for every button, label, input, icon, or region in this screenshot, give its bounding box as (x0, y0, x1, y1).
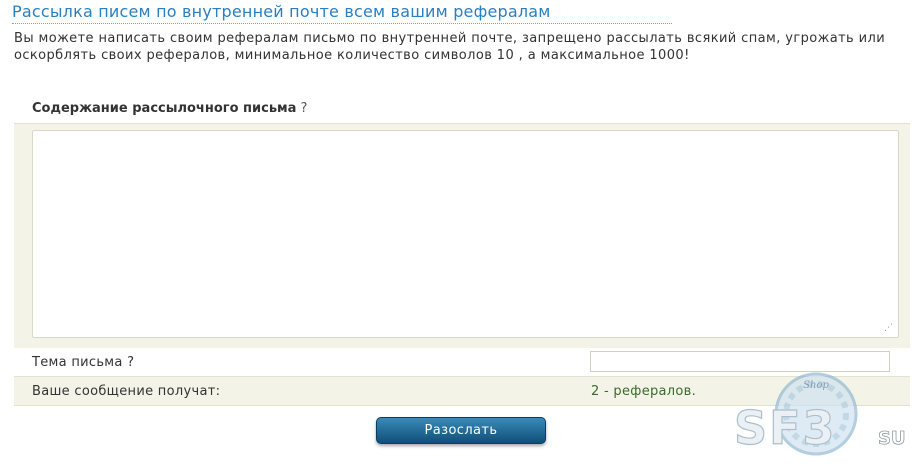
page-description: Вы можете написать своим рефералам письм… (14, 31, 886, 63)
page-title: Рассылка писем по внутренней почте всем … (12, 2, 551, 21)
recipients-count: 2 - рефералов. (591, 384, 697, 399)
recipients-label: Ваше сообщение получат: (32, 384, 221, 399)
subject-label: Тема письма ? (32, 355, 135, 370)
message-panel-header: Содержание рассылочного письма? (14, 95, 910, 124)
sf3-watermark-logo: Shop SF3 SU (733, 372, 906, 456)
message-textarea[interactable]: ⋰ (32, 130, 899, 338)
watermark-suffix: SU (878, 428, 906, 449)
title-divider (12, 23, 672, 24)
watermark-badge: Shop (803, 380, 829, 391)
resize-grip-icon[interactable]: ⋰ (884, 324, 893, 333)
content-label: Содержание рассылочного письма? (32, 101, 307, 116)
send-button[interactable]: Разослать (376, 417, 546, 444)
message-panel: Содержание рассылочного письма? ⋰ (14, 95, 910, 349)
content-label-text: Содержание рассылочного письма (32, 101, 297, 116)
watermark-text: SF3 (734, 401, 837, 455)
content-help-icon[interactable]: ? (300, 101, 307, 116)
